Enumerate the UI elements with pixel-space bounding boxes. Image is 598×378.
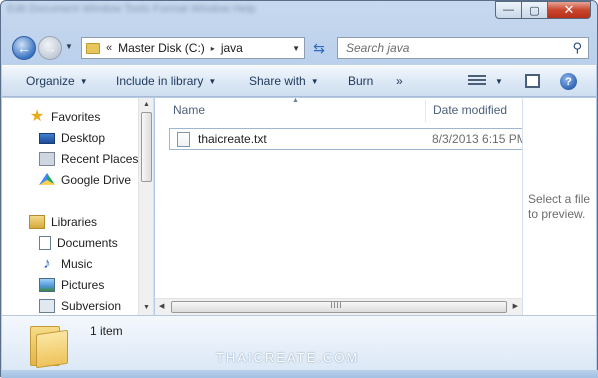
sidebar-item-label: Subversion	[61, 299, 122, 313]
address-history-dropdown[interactable]: ▼	[292, 44, 300, 53]
scroll-left-arrow-icon[interactable]: ◀	[159, 302, 164, 310]
scroll-up-arrow-icon[interactable]: ▲	[143, 101, 150, 108]
search-input[interactable]: Search java ⚲	[337, 37, 589, 59]
refresh-icon: ⇆	[313, 39, 325, 56]
search-placeholder: Search java	[346, 41, 410, 55]
chevron-down-icon: ▼	[79, 77, 88, 86]
organize-label: Organize	[26, 74, 75, 88]
arrow-left-icon: ←	[17, 40, 31, 56]
minimize-button[interactable]: —	[495, 1, 521, 19]
text-file-icon	[177, 131, 190, 147]
preview-pane: Select a file to preview.	[522, 98, 596, 315]
chevron-down-icon: ▼	[208, 77, 217, 86]
google-drive-icon	[39, 173, 55, 185]
sidebar-libraries-header[interactable]: Libraries	[29, 212, 97, 232]
column-header-date-modified[interactable]: Date modified	[433, 98, 507, 122]
chevron-down-icon: ▼	[310, 77, 319, 86]
sidebar-item-label: Libraries	[51, 215, 98, 229]
details-pane: 1 item THAICREATE.COM	[2, 315, 596, 370]
navigation-scrollbar[interactable]: ▲ ▼	[138, 98, 153, 315]
file-list-horizontal-scrollbar[interactable]: ◀ ▶	[155, 298, 522, 315]
view-options-dropdown[interactable]: ▼	[495, 77, 503, 86]
recent-pages-dropdown[interactable]: ▼	[65, 42, 73, 51]
navigation-pane: ★ Favorites Desktop Recent Places Google…	[2, 98, 154, 315]
file-list: ▲ Name Date modified thaicreate.txt 8/3/…	[155, 97, 527, 315]
scroll-down-arrow-icon[interactable]: ▼	[143, 304, 150, 311]
sidebar-item-music[interactable]: ♪ Music	[39, 254, 92, 274]
burn-button[interactable]: Burn	[348, 74, 373, 88]
sidebar-item-label: Pictures	[61, 278, 105, 292]
address-bar[interactable]: « Master Disk (C:) ▸ java ▼	[81, 37, 305, 59]
scrollbar-grip	[331, 302, 343, 308]
sidebar-item-pictures[interactable]: Pictures	[39, 275, 104, 295]
scroll-right-arrow-icon[interactable]: ▶	[513, 302, 518, 310]
scrollbar-thumb[interactable]	[141, 112, 152, 182]
sidebar-item-desktop[interactable]: Desktop	[39, 128, 105, 148]
column-divider[interactable]	[425, 100, 426, 122]
preview-message: Select a file to preview.	[528, 192, 591, 221]
sidebar-item-label: Documents	[57, 236, 118, 250]
back-button[interactable]: ←	[12, 36, 36, 60]
sidebar-item-label: Recent Places	[61, 152, 139, 166]
maximize-button[interactable]: ▢	[521, 1, 547, 19]
refresh-button[interactable]: ⇆	[307, 37, 331, 59]
organize-menu[interactable]: Organize ▼	[26, 74, 88, 88]
more-commands-button[interactable]: »	[396, 74, 403, 88]
command-bar: Organize ▼ Include in library ▼ Share with…	[2, 65, 596, 97]
libraries-icon	[29, 215, 45, 229]
desktop-icon	[39, 132, 55, 144]
folder-icon	[86, 42, 100, 54]
sidebar-item-google-drive[interactable]: Google Drive	[39, 170, 131, 190]
sidebar-item-label: Music	[61, 257, 93, 271]
share-with-menu[interactable]: Share with ▼	[249, 74, 319, 88]
documents-icon	[39, 236, 51, 250]
watermark-text: THAICREATE.COM	[216, 350, 360, 365]
recent-places-icon	[39, 152, 55, 166]
sidebar-item-label: Google Drive	[61, 173, 132, 187]
file-date-modified: 8/3/2013 6:15 PM	[432, 132, 527, 146]
breadcrumb-separator[interactable]: ▸	[211, 44, 215, 53]
caption-buttons: — ▢ ✕	[495, 1, 591, 19]
breadcrumb-drive[interactable]: Master Disk (C:)	[118, 41, 205, 55]
music-note-icon: ♪	[43, 255, 51, 272]
sidebar-item-documents[interactable]: Documents	[39, 233, 118, 253]
sidebar-item-recent-places[interactable]: Recent Places	[39, 149, 138, 169]
include-in-library-menu[interactable]: Include in library ▼	[116, 74, 216, 88]
help-icon[interactable]: ?	[560, 73, 577, 90]
sidebar-item-subversion[interactable]: Subversion	[39, 296, 121, 315]
search-icon[interactable]: ⚲	[572, 40, 582, 56]
preview-pane-toggle-icon[interactable]	[525, 74, 540, 88]
subversion-icon	[39, 299, 55, 313]
arrow-right-icon: →	[43, 40, 57, 56]
file-name: thaicreate.txt	[198, 132, 267, 146]
share-with-label: Share with	[249, 74, 306, 88]
close-button[interactable]: ✕	[547, 1, 591, 19]
column-header-name[interactable]: Name	[173, 98, 205, 122]
sort-ascending-icon: ▲	[292, 97, 299, 104]
address-overflow-chevron[interactable]: «	[106, 42, 112, 54]
include-in-library-label: Include in library	[116, 74, 204, 88]
folder-icon	[30, 322, 70, 369]
sidebar-item-label: Favorites	[51, 110, 101, 124]
title-bar-blurred-text: Edit Document Window Tools Format Window…	[7, 3, 256, 15]
star-icon: ★	[29, 108, 45, 125]
breadcrumb-folder[interactable]: java	[221, 41, 243, 55]
sidebar-item-label: Desktop	[61, 131, 106, 145]
table-row[interactable]: thaicreate.txt 8/3/2013 6:15 PM	[169, 128, 527, 150]
change-view-icon[interactable]	[468, 75, 486, 88]
forward-button[interactable]: →	[38, 36, 62, 60]
explorer-window: Edit Document Window Tools Format Window…	[0, 0, 598, 378]
pictures-icon	[39, 278, 55, 292]
item-count: 1 item	[90, 324, 123, 338]
sidebar-favorites-header[interactable]: ★ Favorites	[29, 107, 101, 127]
